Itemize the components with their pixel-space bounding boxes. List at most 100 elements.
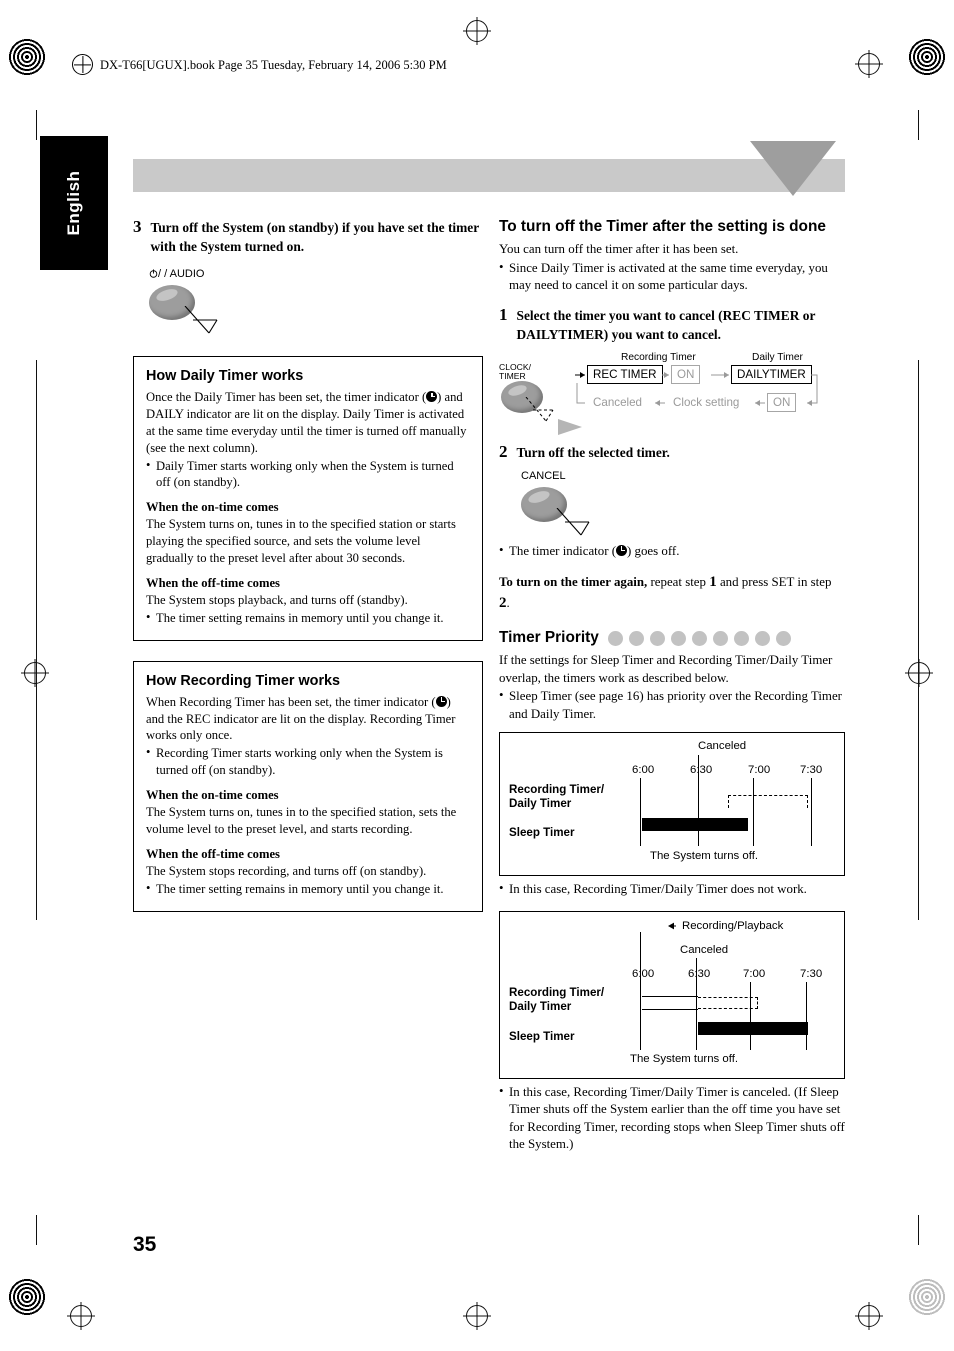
chart2-time-600: 6:00: [632, 967, 655, 980]
trim-tick-right-top: [918, 110, 919, 140]
header-file-line: DX-T66[UGUX].book Page 35 Tuesday, Febru…: [100, 58, 447, 72]
box1-sub-1: When the on-time comes: [146, 500, 279, 515]
trim-tick-left-top: [36, 110, 37, 140]
chart1-caption: In this case, Recording Timer/Daily Time…: [499, 880, 845, 899]
registration-mark-top-left: [8, 38, 46, 76]
language-tab-label: English: [64, 170, 83, 236]
chart2-row1-label-1: Recording Timer/: [509, 985, 605, 999]
registration-mark-bottom-left: [8, 1278, 46, 1316]
timer-indicator-icon: [426, 391, 438, 403]
turn-on-again-bold: To turn on the timer again,: [499, 575, 648, 590]
box2-para1-a: When Recording Timer has been set, the t…: [146, 694, 436, 709]
chart2-dashed-span-lower: [698, 1007, 758, 1009]
chart2-vline-630: [696, 957, 698, 1050]
timer-priority-title: Timer Priority: [499, 629, 599, 647]
timer-select-flow-diagram: Recording Timer Daily Timer CLOCK/ TIMER…: [499, 352, 845, 437]
list-item: The timer indicator () goes off.: [499, 542, 845, 561]
crosshair-top-mid: [466, 20, 488, 42]
box2-sub-2: When the off-time comes: [146, 846, 280, 861]
list-item: Since Daily Timer is activated at the sa…: [499, 259, 845, 295]
box2-para3: The System stops recording, and turns of…: [146, 863, 427, 878]
timer-indicator-icon: [616, 544, 628, 556]
chart2-row2-label: Sleep Timer: [509, 1029, 575, 1043]
chart2-second-label: Canceled: [680, 943, 729, 956]
list-item: Sleep Timer (see page 16) has priority o…: [499, 687, 845, 723]
chart1-vline-600: [640, 778, 642, 847]
box2-sub-1: When the on-time comes: [146, 788, 279, 803]
step-1: 1 Select the timer you want to cancel (R…: [499, 305, 845, 344]
chart1-vline-700: [753, 778, 755, 847]
trim-tick-left-bottom: [36, 1215, 37, 1245]
trim-tick-left-rule: [36, 360, 37, 920]
chart1-bottom-note: The System turns off.: [650, 850, 759, 863]
header-triangle-icon: [750, 141, 836, 196]
decorative-dots: [607, 630, 791, 646]
how-daily-timer-works-box: How Daily Timer works Once the Daily Tim…: [133, 356, 483, 641]
chart2-time-700: 7:00: [743, 967, 766, 980]
box1-title: How Daily Timer works: [146, 368, 304, 385]
crosshair-bottom-right: [858, 1305, 880, 1327]
chart1-dash-vertical-right: [807, 795, 808, 809]
list-item: In this case, Recording Timer/Daily Time…: [499, 880, 845, 899]
turn-on-again-paragraph: To turn on the timer again, repeat step …: [499, 572, 845, 613]
timer-indicator-goes-off-bullet: The timer indicator () goes off.: [499, 542, 845, 561]
crosshair-right-mid: [908, 662, 930, 684]
timer-indicator-icon: [435, 695, 447, 707]
document-page: DX-T66[UGUX].book Page 35 Tuesday, Febru…: [0, 0, 954, 1351]
timing-chart-2: Recording/Playback Canceled 6:00 6:30 7:…: [499, 910, 845, 1079]
timer-priority-bullets: Sleep Timer (see page 16) has priority o…: [499, 687, 845, 723]
flow-arrows-icon: [575, 371, 818, 406]
crosshair-left-mid: [24, 662, 46, 684]
step-1-text: Select the timer you want to cancel (REC…: [516, 307, 816, 342]
box1-bullets-1: Daily Timer starts working only when the…: [146, 457, 470, 492]
timer-priority-para: If the settings for Sleep Timer and Reco…: [499, 653, 833, 685]
audio-button-label-group: / / AUDIO: [149, 268, 204, 280]
chart1-time-630: 6:30: [690, 764, 713, 777]
chart1-vline-730: [811, 778, 813, 847]
list-item: Daily Timer starts working only when the…: [146, 457, 470, 492]
chart1-top-label: Canceled: [698, 740, 747, 753]
chart2-vline-730: [806, 981, 808, 1050]
header-band: [133, 159, 845, 192]
chart2-sleep-bar: [698, 1021, 808, 1035]
page-number: 35: [133, 1233, 157, 1256]
list-item: The timer setting remains in memory unti…: [146, 880, 470, 898]
crosshair-bottom-mid: [466, 1305, 488, 1327]
audio-button-illustration: / / AUDIO: [133, 268, 483, 348]
how-recording-timer-works-box: How Recording Timer works When Recording…: [133, 660, 483, 912]
chart1-sleep-bar: [642, 818, 748, 832]
chart1-vline-630: [698, 755, 700, 847]
step-3: 3 Turn off the System (on standby) if yo…: [133, 217, 483, 256]
list-item: In this case, Recording Timer/Daily Time…: [499, 1083, 845, 1154]
box1-para1-a: Once the Daily Timer has been set, the t…: [146, 390, 427, 405]
box2-title: How Recording Timer works: [146, 672, 341, 689]
left-column: 3 Turn off the System (on standby) if yo…: [133, 217, 483, 912]
chart2-solid-span-top: [642, 995, 698, 998]
chart2-time-630: 6:30: [688, 967, 711, 980]
chart2-solid-span-bottom: [642, 1008, 698, 1011]
chart2-top-arrow-icon: [668, 922, 676, 930]
chart2-vline-700: [750, 981, 752, 1050]
box2-bullets-1: Recording Timer starts working only when…: [146, 744, 470, 779]
box2-bullets-2: The timer setting remains in memory unti…: [146, 880, 470, 898]
turn-on-again-step-num-2: 2: [499, 594, 507, 611]
chart2-bottom-note: The System turns off.: [630, 1052, 739, 1065]
cancel-button-illustration: CANCEL: [499, 470, 845, 546]
chart1-row1-label-1: Recording Timer/: [509, 783, 605, 797]
registration-mark-top-right: [908, 38, 946, 76]
chart2-row1-label-2: Daily Timer: [509, 999, 572, 1013]
turn-off-intro-bullets: Since Daily Timer is activated at the sa…: [499, 259, 845, 295]
section-heading-turn-off-timer: To turn off the Timer after the setting …: [499, 218, 826, 235]
chart1-time-600: 6:00: [632, 764, 655, 777]
box2-para1: When Recording Timer has been set, the t…: [146, 694, 470, 745]
audio-button-label: / AUDIO: [164, 268, 205, 281]
step-3-text: Turn off the System (on standby) if you …: [150, 220, 479, 255]
step-2-number: 2: [499, 441, 508, 461]
cancel-button-label: CANCEL: [521, 469, 566, 482]
turn-on-again-b: repeat step: [650, 575, 706, 590]
box1-para3: The System stops playback, and turns off…: [146, 592, 408, 607]
header-registration-icon: [72, 54, 93, 75]
chart2-dashed-span: [698, 996, 758, 998]
timing-chart-1: Canceled 6:00 6:30 7:00 7:30 Recording T…: [499, 732, 845, 877]
chart2-vline-600: [640, 931, 642, 1050]
